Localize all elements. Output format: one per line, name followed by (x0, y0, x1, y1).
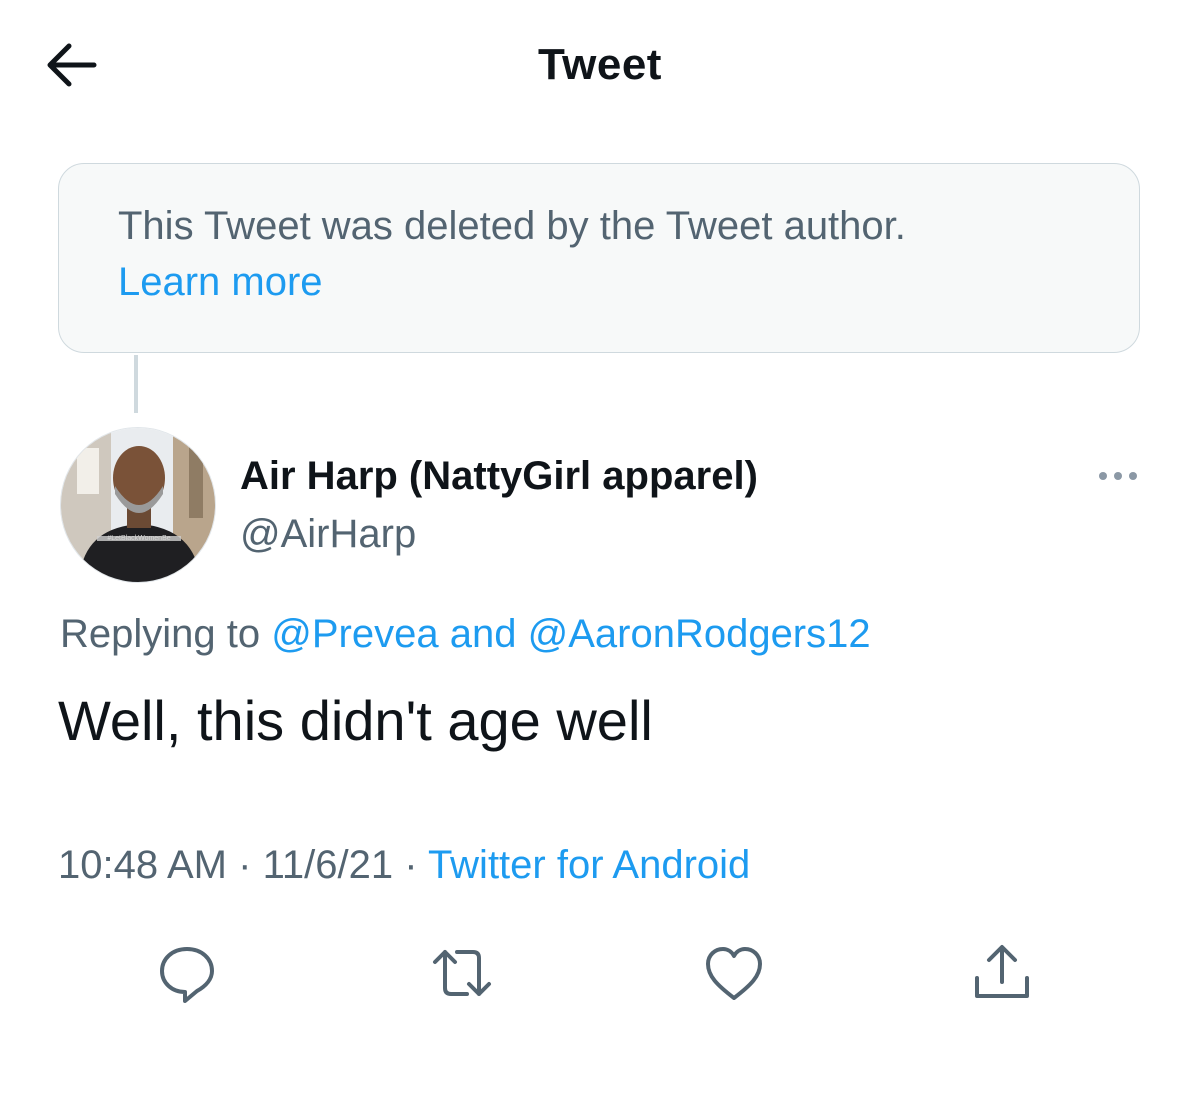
author-display-name[interactable]: Air Harp (NattyGirl apparel) (240, 454, 758, 499)
meta-separator: · (404, 843, 418, 887)
tweet-text: Well, this didn't age well (58, 689, 653, 752)
avatar[interactable]: #LetBlackWomenBe (60, 427, 216, 583)
tweet-source-link[interactable]: Twitter for Android (428, 843, 750, 887)
mention-conjunction[interactable]: and (450, 612, 517, 656)
deleted-tweet-notice: This Tweet was deleted by the Tweet auth… (58, 163, 1140, 353)
tweet-time: 10:48 AM (58, 843, 228, 887)
meta-separator: · (238, 843, 252, 887)
avatar-shirt-text: #LetBlackWomenBe (107, 535, 170, 542)
learn-more-link[interactable]: Learn more (118, 260, 323, 305)
replying-to-prefix: Replying to (60, 612, 261, 656)
replying-to-line: Replying to @Prevea and @AaronRodgers12 (60, 612, 871, 657)
thread-connector-line (134, 355, 138, 413)
heart-icon[interactable] (699, 938, 769, 1008)
page-title: Tweet (538, 40, 662, 89)
app-header: Tweet (0, 0, 1200, 130)
mention-link[interactable]: @AaronRodgers12 (528, 612, 871, 656)
deleted-notice-text: This Tweet was deleted by the Tweet auth… (118, 204, 906, 248)
avatar-photo: #LetBlackWomenBe (61, 428, 215, 582)
author-handle[interactable]: @AirHarp (240, 512, 416, 557)
tweet-date: 11/6/21 (262, 843, 394, 887)
tweet-metadata: 10:48 AM · 11/6/21 · Twitter for Android (58, 843, 750, 888)
mention-link[interactable]: @Prevea (271, 612, 438, 656)
retweet-icon[interactable] (427, 938, 497, 1008)
more-horizontal-icon[interactable] (1096, 466, 1140, 486)
reply-icon[interactable] (152, 938, 222, 1008)
share-icon[interactable] (967, 938, 1037, 1008)
